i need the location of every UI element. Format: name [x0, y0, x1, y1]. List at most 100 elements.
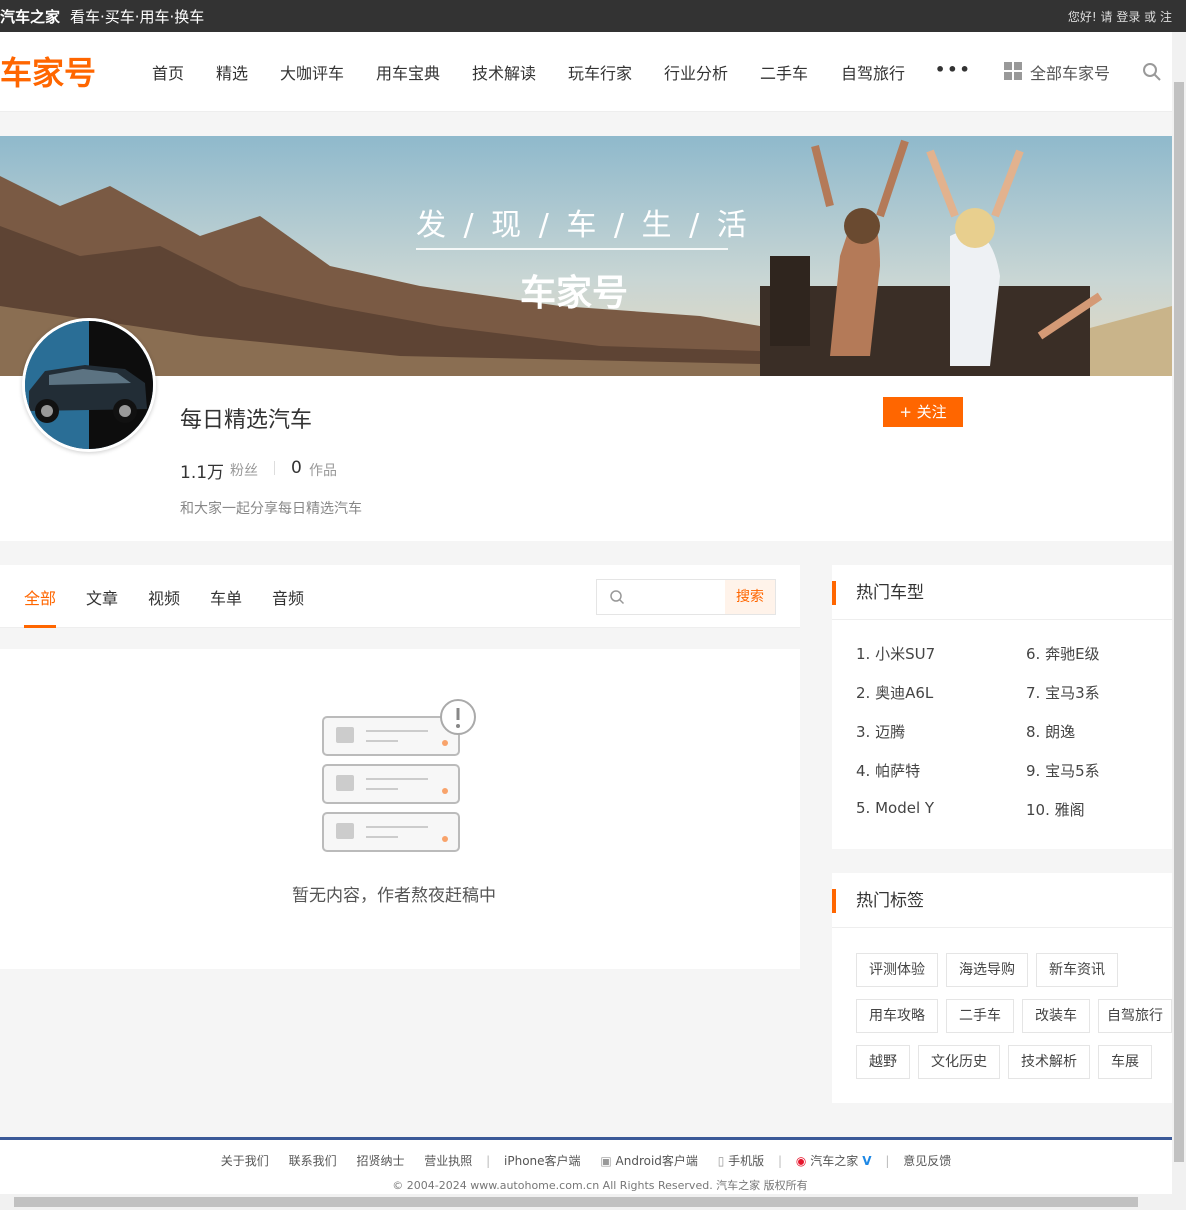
hot-model-item[interactable]: 1. 小米SU7 [856, 643, 935, 664]
fans-count: 1.1万 [180, 463, 225, 483]
tab-articles[interactable]: 文章 [86, 585, 118, 609]
hot-model-item[interactable]: 2. 奥迪A6L [856, 682, 933, 703]
login-prompt[interactable]: 您好! 请 登录 或 注 [1068, 8, 1172, 25]
works-label: 作品 [309, 463, 337, 479]
copyright-text: © 2004-2024 www.autohome.com.cn All Righ… [392, 1179, 808, 1192]
verified-icon: V [862, 1154, 872, 1168]
footer-separator: | [486, 1154, 491, 1168]
empty-state-illustration [322, 699, 476, 852]
footer-link-weibo[interactable]: ◉ 汽车之家 V [796, 1154, 872, 1168]
vertical-scroll-thumb[interactable] [1174, 82, 1184, 1162]
footer-link-android[interactable]: ▣ Android客户端 [600, 1154, 698, 1168]
footer-link-license[interactable]: 营业执照 [424, 1154, 472, 1168]
tag-item[interactable]: 评测体验 [856, 953, 938, 987]
tag-item[interactable]: 车展 [1098, 1045, 1152, 1079]
tab-audio[interactable]: 音频 [272, 585, 304, 609]
footer-link-about[interactable]: 关于我们 [221, 1154, 269, 1168]
hot-models-panel: 热门车型 1. 小米SU7 2. 奥迪A6L 3. 迈腾 4. 帕萨特 5. M… [832, 565, 1172, 849]
all-accounts-link[interactable]: 全部车家号 [1030, 60, 1110, 84]
main-nav: 车家号 首页 精选 大咖评车 用车宝典 技术解读 玩车行家 行业分析 二手车 自… [0, 32, 1172, 112]
tab-car-lists[interactable]: 车单 [210, 585, 242, 609]
tag-item[interactable]: 二手车 [946, 999, 1014, 1033]
hot-model-item[interactable]: 3. 迈腾 [856, 721, 905, 742]
logo-text: 车家号 [0, 54, 96, 92]
hot-models-title: 热门车型 [832, 581, 924, 605]
footer-links: 关于我们 联系我们 招贤纳士 营业执照 | iPhone客户端 ▣ Androi… [0, 1152, 1172, 1169]
tag-item[interactable]: 新车资讯 [1036, 953, 1118, 987]
tag-item[interactable]: 文化历史 [918, 1045, 1000, 1079]
banner-divider [416, 248, 728, 250]
hot-model-item[interactable]: 5. Model Y [856, 799, 934, 817]
hot-tags-title: 热门标签 [832, 889, 924, 913]
content-search-box: 搜索 [596, 579, 776, 615]
banner-slogan: 发 / 现 / 车 / 生 / 活 [416, 208, 751, 243]
footer-link-iphone-label: iPhone客户端 [504, 1154, 581, 1168]
tag-item[interactable]: 海选导购 [946, 953, 1028, 987]
search-icon[interactable] [1142, 62, 1162, 82]
content-search-input[interactable] [631, 586, 717, 608]
footer-link-android-label: Android客户端 [615, 1154, 698, 1168]
horizontal-scrollbar[interactable] [0, 1194, 1186, 1210]
content-area: 暂无内容，作者熬夜赶稿中 [0, 649, 800, 969]
hot-tags-panel: 热门标签 评测体验 海选导购 新车资讯 用车攻略 二手车 改装车 自驾旅行 越野… [832, 873, 1172, 1103]
more-menu-button[interactable]: ••• [935, 60, 972, 79]
grid-icon [1004, 62, 1022, 80]
footer-separator: | [885, 1154, 890, 1168]
follow-button[interactable]: + 关注 [883, 397, 963, 427]
hot-model-item[interactable]: 10. 雅阁 [1026, 799, 1085, 820]
hot-model-item[interactable]: 4. 帕萨特 [856, 760, 920, 781]
panel-divider [832, 619, 1172, 620]
nav-item-home[interactable]: 首页 [152, 60, 184, 84]
fans-label: 粉丝 [230, 463, 258, 479]
search-icon [610, 590, 625, 605]
empty-state-text: 暂无内容，作者熬夜赶稿中 [292, 886, 496, 906]
banner-logo: 车家号 [520, 273, 629, 314]
avatar[interactable] [22, 318, 156, 452]
footer-separator: | [778, 1154, 783, 1168]
footer-link-contact[interactable]: 联系我们 [289, 1154, 337, 1168]
nav-item-used-car[interactable]: 二手车 [760, 60, 808, 84]
tag-item[interactable]: 越野 [856, 1045, 910, 1079]
footer: 关于我们 联系我们 招贤纳士 营业执照 | iPhone客户端 ▣ Androi… [0, 1137, 1172, 1194]
nav-item-expert-review[interactable]: 大咖评车 [280, 60, 344, 84]
nav-item-road-trip[interactable]: 自驾旅行 [841, 60, 905, 84]
profile-card [0, 376, 1172, 541]
banner-image [0, 136, 1172, 376]
nav-item-industry[interactable]: 行业分析 [664, 60, 728, 84]
stat-divider [274, 461, 275, 475]
autohome-brand-link[interactable]: 汽车之家 [0, 6, 60, 27]
content-tabs: 全部 文章 视频 车单 音频 搜索 [0, 565, 800, 628]
top-bar: 汽车之家 看车·买车·用车·换车 您好! 请 登录 或 注 [0, 0, 1186, 32]
footer-link-iphone[interactable]: iPhone客户端 [504, 1154, 581, 1168]
tag-item[interactable]: 用车攻略 [856, 999, 938, 1033]
site-slogan: 看车·买车·用车·换车 [70, 8, 205, 26]
hot-model-item[interactable]: 9. 宝马5系 [1026, 760, 1100, 781]
tag-item[interactable]: 技术解析 [1008, 1045, 1090, 1079]
profile-description: 和大家一起分享每日精选汽车 [180, 501, 362, 517]
tag-item[interactable]: 改装车 [1022, 999, 1090, 1033]
tab-all[interactable]: 全部 [24, 585, 56, 609]
phone-icon: ▯ [717, 1154, 729, 1168]
search-button[interactable]: 搜索 [725, 580, 775, 614]
nav-item-featured[interactable]: 精选 [216, 60, 248, 84]
nav-item-car-guide[interactable]: 用车宝典 [376, 60, 440, 84]
chejiahao-logo[interactable]: 车家号 [0, 52, 98, 92]
hot-model-item[interactable]: 8. 朗逸 [1026, 721, 1075, 742]
footer-link-jobs[interactable]: 招贤纳士 [356, 1154, 404, 1168]
horizontal-scroll-thumb[interactable] [14, 1197, 1138, 1207]
active-tab-indicator [24, 625, 56, 628]
tag-item[interactable]: 自驾旅行 [1098, 999, 1172, 1033]
hot-model-item[interactable]: 7. 宝马3系 [1026, 682, 1100, 703]
nav-item-tech[interactable]: 技术解读 [472, 60, 536, 84]
avatar-car-image [25, 321, 153, 449]
footer-link-feedback[interactable]: 意见反馈 [903, 1154, 951, 1168]
footer-link-weibo-label: 汽车之家 [810, 1154, 859, 1168]
tab-videos[interactable]: 视频 [148, 585, 180, 609]
panel-divider [832, 927, 1172, 928]
vertical-scrollbar[interactable] [1172, 32, 1186, 1194]
hot-model-item[interactable]: 6. 奔驰E级 [1026, 643, 1100, 664]
weibo-icon: ◉ [795, 1154, 811, 1168]
footer-link-mobile[interactable]: ▯ 手机版 [718, 1154, 764, 1168]
profile-banner: 发 / 现 / 车 / 生 / 活 车家号 [0, 136, 1172, 376]
nav-item-car-player[interactable]: 玩车行家 [568, 60, 632, 84]
